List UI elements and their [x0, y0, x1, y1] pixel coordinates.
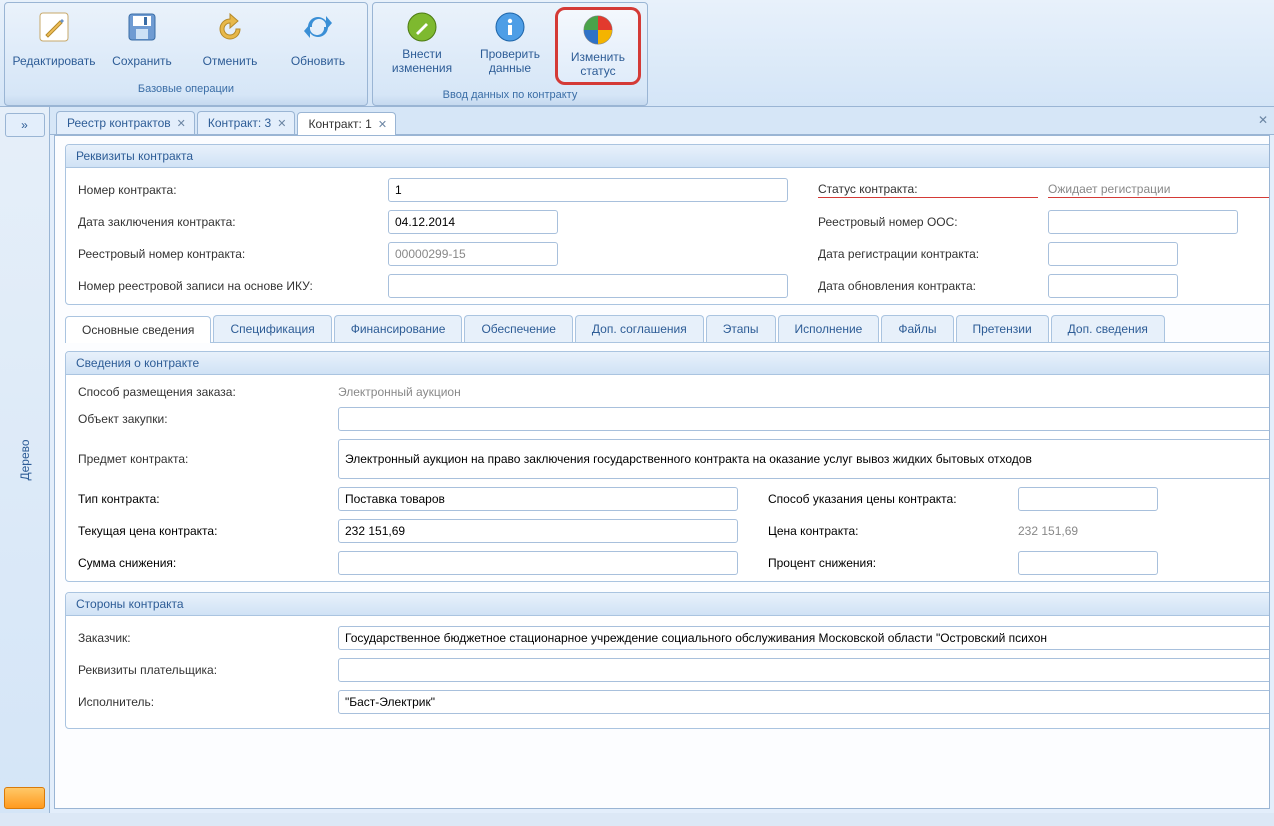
sidebar-active-tab[interactable] — [4, 787, 45, 809]
contract-price-value: 232 151,69 — [1018, 524, 1270, 538]
customer-input[interactable] — [338, 626, 1270, 650]
undo-icon — [214, 11, 246, 43]
contract-subject-input[interactable] — [338, 439, 1270, 479]
tab-contract-3-label: Контракт: 3 — [208, 116, 271, 130]
update-date-label: Дата обновления контракта: — [818, 279, 1038, 293]
current-price-input[interactable] — [338, 519, 738, 543]
main-scroll-panel[interactable]: Реквизиты контракта Номер контракта: Ста… — [54, 135, 1270, 809]
cancel-button-label: Отменить — [203, 47, 258, 77]
price-mode-label: Способ указания цены контракта: — [768, 492, 1008, 506]
status-value: Ожидает регистрации — [1048, 182, 1270, 198]
contract-subject-label: Предмет контракта: — [78, 452, 328, 466]
floppy-icon — [126, 11, 158, 43]
change-status-button[interactable]: Изменить статус — [555, 7, 641, 85]
fieldset-contract-info-title: Сведения о контракте — [66, 352, 1270, 375]
oos-no-input[interactable] — [1048, 210, 1238, 234]
executor-input[interactable] — [338, 690, 1270, 714]
status-pie-icon — [582, 14, 614, 46]
info-circle-icon — [494, 11, 526, 43]
customer-label: Заказчик: — [78, 631, 328, 645]
tab-specification[interactable]: Спецификация — [213, 315, 331, 342]
fieldset-requisites-title: Реквизиты контракта — [66, 145, 1270, 168]
refresh-button[interactable]: Обновить — [275, 7, 361, 79]
tab-execution[interactable]: Исполнение — [778, 315, 880, 342]
tab-registry[interactable]: Реестр контрактов ✕ — [56, 111, 195, 134]
close-icon[interactable]: ✕ — [378, 118, 387, 131]
ribbon-group-contract-label: Ввод данных по контракту — [379, 85, 641, 103]
edit-button-label: Редактировать — [13, 47, 96, 77]
make-changes-button-label: Внести изменения — [392, 47, 452, 77]
status-label: Статус контракта: — [818, 182, 1038, 198]
placement-method-label: Способ размещения заказа: — [78, 385, 328, 399]
ribbon-group-contract: Внести изменения Проверить данные Измени… — [372, 2, 648, 106]
iku-record-label: Номер реестровой записи на основе ИКУ: — [78, 279, 378, 293]
tab-main-info[interactable]: Основные сведения — [65, 316, 211, 343]
refresh-icon — [302, 11, 334, 43]
current-price-label: Текущая цена контракта: — [78, 524, 328, 538]
tab-claims[interactable]: Претензии — [956, 315, 1049, 342]
document-tabs: Реестр контрактов ✕ Контракт: 3 ✕ Контра… — [50, 107, 1274, 135]
tab-security[interactable]: Обеспечение — [464, 315, 572, 342]
conclusion-date-label: Дата заключения контракта: — [78, 215, 378, 229]
tab-registry-label: Реестр контрактов — [67, 116, 171, 130]
oos-no-label: Реестровый номер ООС: — [818, 215, 1038, 229]
sidebar-expand-button[interactable]: » — [5, 113, 45, 137]
contract-no-label: Номер контракта: — [78, 183, 378, 197]
iku-record-input[interactable] — [388, 274, 788, 298]
fieldset-requisites: Реквизиты контракта Номер контракта: Ста… — [65, 144, 1270, 305]
ribbon: Редактировать Сохранить Отменить Обновит… — [0, 0, 1274, 107]
payer-label: Реквизиты плательщика: — [78, 663, 328, 677]
check-data-button-label: Проверить данные — [480, 47, 540, 77]
ribbon-group-base-label: Базовые операции — [11, 79, 361, 97]
tab-files[interactable]: Файлы — [881, 315, 953, 342]
make-changes-button[interactable]: Внести изменения — [379, 7, 465, 79]
payer-input[interactable] — [338, 658, 1270, 682]
registry-no-label: Реестровый номер контракта: — [78, 247, 378, 261]
cancel-button[interactable]: Отменить — [187, 7, 273, 79]
discount-pct-input[interactable] — [1018, 551, 1158, 575]
change-status-button-label: Изменить статус — [571, 50, 625, 80]
tab-financing[interactable]: Финансирование — [334, 315, 463, 342]
placement-method-value: Электронный аукцион — [338, 385, 461, 399]
discount-sum-label: Сумма снижения: — [78, 556, 328, 570]
price-mode-input[interactable] — [1018, 487, 1158, 511]
pencil-icon — [38, 11, 70, 43]
pencil-circle-icon — [406, 11, 438, 43]
update-date-input[interactable] — [1048, 274, 1178, 298]
fieldset-sides-title: Стороны контракта — [66, 593, 1270, 616]
save-button-label: Сохранить — [112, 47, 172, 77]
ribbon-group-base: Редактировать Сохранить Отменить Обновит… — [4, 2, 368, 106]
check-data-button[interactable]: Проверить данные — [467, 7, 553, 79]
sidebar: » Дерево — [0, 107, 50, 813]
close-icon[interactable]: ✕ — [177, 117, 186, 130]
purchase-object-label: Объект закупки: — [78, 412, 328, 426]
executor-label: Исполнитель: — [78, 695, 328, 709]
contract-price-label: Цена контракта: — [768, 524, 1008, 538]
registration-date-input[interactable] — [1048, 242, 1178, 266]
registration-date-label: Дата регистрации контракта: — [818, 247, 1038, 261]
tab-contract-3[interactable]: Контракт: 3 ✕ — [197, 111, 296, 134]
close-all-tabs-icon[interactable]: ✕ — [1258, 113, 1268, 127]
fieldset-sides: Стороны контракта Заказчик: Реквизиты пл… — [65, 592, 1270, 729]
detail-tabs: Основные сведения Спецификация Финансиро… — [65, 315, 1270, 343]
contract-no-input[interactable] — [388, 178, 788, 202]
fieldset-contract-info: Сведения о контракте Способ размещения з… — [65, 351, 1270, 582]
contract-type-input[interactable] — [338, 487, 738, 511]
refresh-button-label: Обновить — [291, 47, 345, 77]
edit-button[interactable]: Редактировать — [11, 7, 97, 79]
close-icon[interactable]: ✕ — [277, 117, 286, 130]
discount-pct-label: Процент снижения: — [768, 556, 1008, 570]
tab-extra-info[interactable]: Доп. сведения — [1051, 315, 1165, 342]
save-button[interactable]: Сохранить — [99, 7, 185, 79]
tab-stages[interactable]: Этапы — [706, 315, 776, 342]
conclusion-date-input[interactable] — [388, 210, 558, 234]
purchase-object-input[interactable] — [338, 407, 1270, 431]
tab-contract-1-label: Контракт: 1 — [308, 117, 371, 131]
tab-contract-1[interactable]: Контракт: 1 ✕ — [297, 112, 396, 135]
discount-sum-input[interactable] — [338, 551, 738, 575]
registry-no-input — [388, 242, 558, 266]
tab-addenda[interactable]: Доп. соглашения — [575, 315, 704, 342]
sidebar-tree-label[interactable]: Дерево — [18, 439, 32, 480]
contract-type-label: Тип контракта: — [78, 492, 328, 506]
